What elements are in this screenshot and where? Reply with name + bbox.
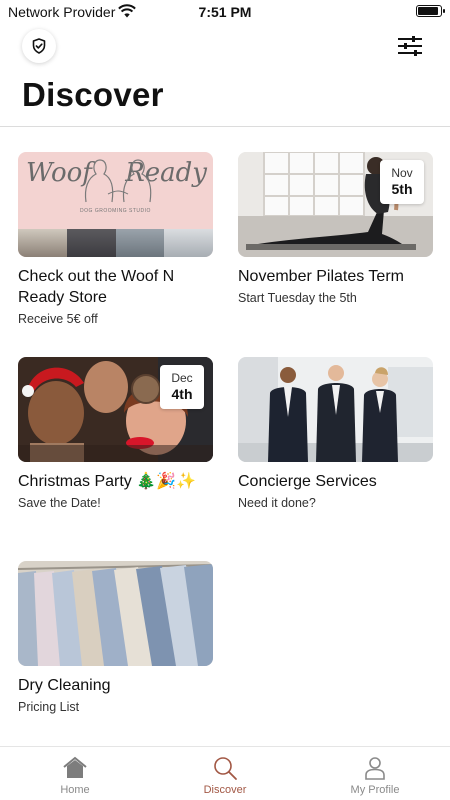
home-icon (63, 756, 87, 778)
filter-sliders-button[interactable] (396, 34, 424, 58)
tab-label: Home (60, 784, 90, 796)
badge-day: 4th (171, 386, 193, 402)
dry-cleaning-photo (18, 561, 213, 666)
card-dry-cleaning[interactable]: Dry Cleaning Pricing List (18, 561, 213, 714)
sliders-icon (398, 36, 422, 56)
date-badge: Nov 5th (380, 160, 424, 204)
tab-discover[interactable]: Discover (175, 755, 275, 796)
card-image (238, 357, 433, 462)
card-image (18, 561, 213, 666)
person-icon (365, 757, 385, 780)
shield-check-icon (32, 38, 46, 54)
logo-subtext: DOG GROOMING STUDIO (80, 208, 151, 214)
card-image: Dec 4th (18, 357, 213, 462)
shield-check-button[interactable] (22, 29, 56, 63)
tab-my-profile[interactable]: My Profile (325, 755, 425, 796)
dogs-illustration (84, 159, 152, 203)
card-subtitle: Need it done? (238, 496, 316, 510)
card-title: November Pilates Term (238, 268, 404, 285)
page-title: Discover (22, 76, 164, 113)
card-title: Christmas Party 🎄🎉✨ (18, 473, 197, 490)
search-icon (214, 757, 237, 780)
card-image: Nov 5th (238, 152, 433, 257)
card-title: Dry Cleaning (18, 677, 111, 694)
card-title: Check out the Woof N Ready Store (18, 268, 175, 306)
tab-label: My Profile (350, 784, 400, 796)
card-pilates[interactable]: Nov 5th November Pilates Term Start Tues… (238, 152, 433, 305)
clock: 7:51 PM (198, 4, 252, 20)
card-subtitle: Save the Date! (18, 496, 101, 510)
card-subtitle: Receive 5€ off (18, 312, 98, 326)
badge-month: Dec (171, 371, 193, 385)
badge-day: 5th (391, 181, 413, 197)
bottom-tab-bar: Home Discover My Profile (0, 746, 450, 800)
card-subtitle: Pricing List (18, 700, 80, 714)
card-image: Woof Ready DOG GROOMING STUDIO (18, 152, 213, 257)
tab-home[interactable]: Home (25, 755, 125, 796)
card-woof-n-ready[interactable]: Woof Ready DOG GROOMING STUDIO Check out… (18, 152, 213, 326)
badge-month: Nov (391, 166, 413, 180)
store-photo-strip (18, 229, 213, 257)
card-title: Concierge Services (238, 473, 377, 490)
date-badge: Dec 4th (160, 365, 204, 409)
status-bar: Network Provider 7:51 PM (0, 0, 450, 24)
tab-label: Discover (203, 784, 247, 796)
card-christmas-party[interactable]: Dec 4th Christmas Party 🎄🎉✨ Save the Dat… (18, 357, 213, 510)
card-subtitle: Start Tuesday the 5th (238, 291, 357, 305)
concierge-photo (238, 357, 433, 462)
battery-icon (416, 5, 445, 17)
card-concierge-services[interactable]: Concierge Services Need it done? (238, 357, 433, 510)
header-divider (0, 126, 450, 127)
